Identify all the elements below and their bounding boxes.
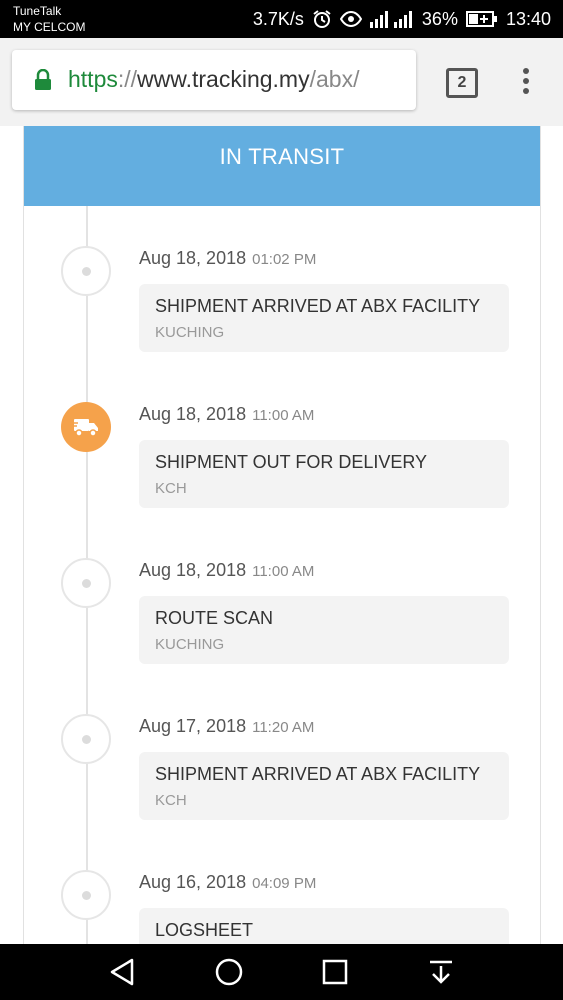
event-date: Aug 18, 2018 <box>139 248 247 268</box>
node-dot-icon <box>82 267 91 276</box>
event-time: 04:09 PM <box>252 875 317 892</box>
event-details: SHIPMENT ARRIVED AT ABX FACILITY KUCHING <box>139 284 509 352</box>
carrier-info: TuneTalk MY CELCOM <box>13 3 85 35</box>
timeline-event: Aug 18, 2018 11:00 AM ROUTE SCAN KUCHING <box>24 518 540 668</box>
event-location: KUCHING <box>155 636 225 653</box>
event-date: Aug 17, 2018 <box>139 716 247 736</box>
url-separator: :// <box>117 66 138 92</box>
timeline-node <box>61 870 111 920</box>
timeline-node <box>61 714 111 764</box>
status-indicators: 3.7K/s 36% 13:40 <box>253 0 551 38</box>
browser-toolbar: https://www.tracking.my/abx/ 2 <box>0 38 563 126</box>
signal-icon <box>369 10 414 28</box>
timeline-node <box>61 558 111 608</box>
event-datetime: Aug 17, 2018 11:20 AM <box>139 716 314 737</box>
event-location: KCH <box>155 480 187 497</box>
menu-dot-icon <box>523 78 529 84</box>
home-circle-icon[interactable] <box>214 957 244 992</box>
timeline-node <box>61 246 111 296</box>
tracking-card: IN TRANSIT Aug 18, 2018 01:02 PM SHIPMENT… <box>23 126 541 944</box>
battery-icon <box>465 10 498 28</box>
timeline-node-active <box>61 402 111 452</box>
carrier-name: TuneTalk <box>13 4 62 18</box>
url-path: /abx/ <box>309 66 360 92</box>
event-time: 11:00 AM <box>252 563 315 580</box>
event-datetime: Aug 18, 2018 11:00 AM <box>139 560 314 581</box>
event-time: 11:00 AM <box>252 407 315 424</box>
battery-level: 36% <box>421 8 458 29</box>
menu-dot-icon <box>523 88 529 94</box>
event-date: Aug 18, 2018 <box>139 560 247 580</box>
event-datetime: Aug 18, 2018 01:02 PM <box>139 248 316 269</box>
event-title: SHIPMENT OUT FOR DELIVERY <box>155 452 428 472</box>
timeline-event: Aug 18, 2018 11:00 AM SHIPMENT OUT FOR DE… <box>24 362 540 512</box>
url-text[interactable]: https://www.tracking.my/abx/ <box>68 66 359 93</box>
pull-down-icon[interactable] <box>427 957 455 992</box>
status-banner: IN TRANSIT <box>24 126 540 206</box>
address-bar[interactable]: https://www.tracking.my/abx/ <box>12 50 416 110</box>
eye-icon <box>339 11 362 27</box>
system-navigation-bar <box>0 944 563 1000</box>
event-details: LOGSHEET <box>139 908 509 944</box>
event-time: 11:20 AM <box>252 719 315 736</box>
event-title: LOGSHEET <box>155 920 254 940</box>
network-speed: 3.7K/s <box>252 8 304 29</box>
node-dot-icon <box>82 735 91 744</box>
event-date: Aug 18, 2018 <box>139 404 247 424</box>
event-details: ROUTE SCAN KUCHING <box>139 596 509 664</box>
event-details: SHIPMENT ARRIVED AT ABX FACILITY KCH <box>139 752 509 820</box>
url-scheme: https <box>68 66 118 92</box>
page-content: IN TRANSIT Aug 18, 2018 01:02 PM SHIPMENT… <box>0 126 563 944</box>
recents-square-icon[interactable] <box>321 957 349 992</box>
event-title: SHIPMENT ARRIVED AT ABX FACILITY <box>155 296 481 316</box>
event-datetime: Aug 16, 2018 04:09 PM <box>139 872 316 893</box>
event-time: 01:02 PM <box>252 251 317 268</box>
node-dot-icon <box>82 579 91 588</box>
event-details: SHIPMENT OUT FOR DELIVERY KCH <box>139 440 509 508</box>
delivery-truck-icon <box>72 419 98 437</box>
event-datetime: Aug 18, 2018 11:00 AM <box>139 404 314 425</box>
event-location: KCH <box>155 792 187 809</box>
clock-time: 13:40 <box>505 8 551 29</box>
carrier-network: MY CELCOM <box>13 20 86 34</box>
overflow-menu-button[interactable] <box>521 68 531 98</box>
timeline-event: Aug 16, 2018 04:09 PM LOGSHEET <box>24 830 540 944</box>
menu-dot-icon <box>523 68 529 74</box>
event-date: Aug 16, 2018 <box>139 872 247 892</box>
tab-switcher-button[interactable]: 2 <box>446 68 478 98</box>
timeline-event: Aug 18, 2018 01:02 PM SHIPMENT ARRIVED AT… <box>24 206 540 356</box>
timeline-event: Aug 17, 2018 11:20 AM SHIPMENT ARRIVED AT… <box>24 674 540 824</box>
event-location: KUCHING <box>155 324 225 341</box>
back-triangle-icon[interactable] <box>108 957 136 992</box>
url-host: www.tracking.my <box>137 66 310 92</box>
status-bar: TuneTalk MY CELCOM 3.7K/s 36% 13:40 <box>0 0 563 38</box>
node-dot-icon <box>82 891 91 900</box>
alarm-icon <box>312 9 332 29</box>
lock-icon <box>34 68 52 96</box>
event-title: SHIPMENT ARRIVED AT ABX FACILITY <box>155 764 481 784</box>
event-title: ROUTE SCAN <box>155 608 274 628</box>
